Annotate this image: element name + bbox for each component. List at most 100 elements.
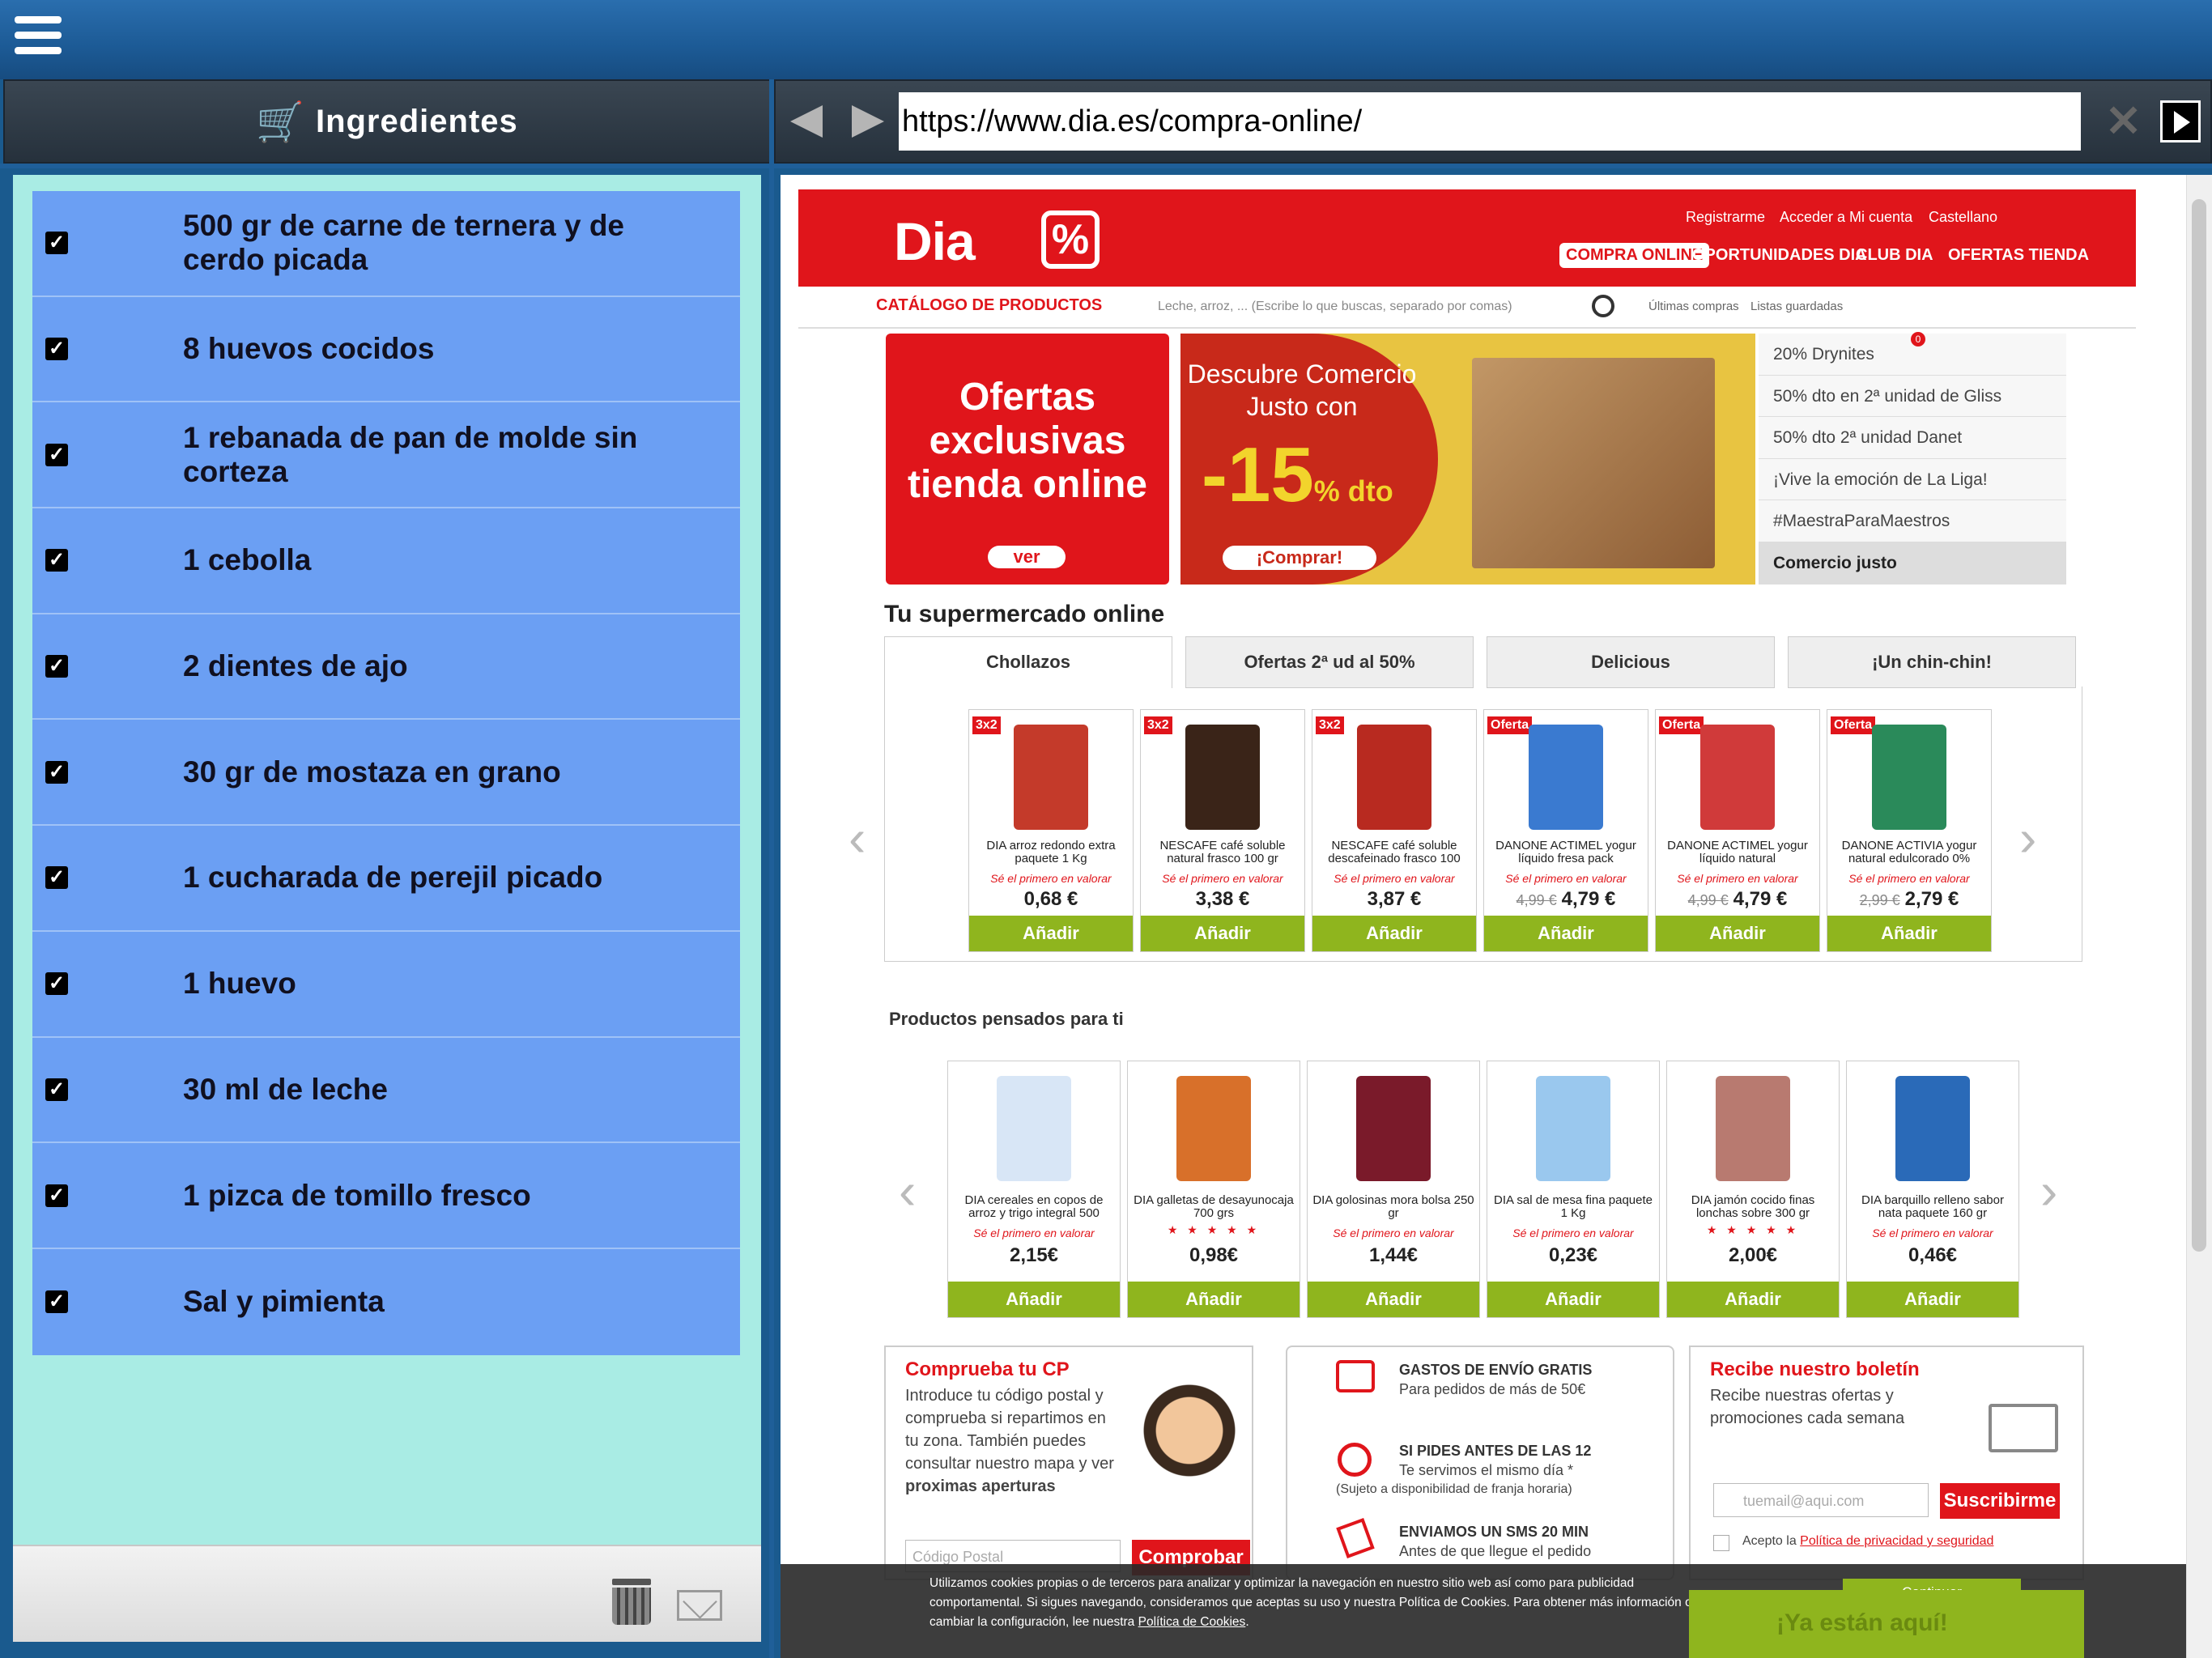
ingredient-row[interactable]: ✓ 1 rebanada de pan de molde sin corteza — [32, 402, 740, 509]
add-button[interactable]: Añadir — [1141, 916, 1304, 951]
ingredient-row[interactable]: ✓ 500 gr de carne de ternera y de cerdo p… — [32, 191, 740, 297]
tab[interactable]: ¡Un chin-chin! — [1788, 636, 2076, 688]
checkbox[interactable]: ✓ — [45, 866, 68, 890]
search-icon[interactable] — [1592, 295, 1614, 317]
promo-link[interactable]: 20% Drynites 0 — [1759, 332, 2066, 376]
ingredient-row[interactable]: ✓ Sal y pimienta — [32, 1249, 740, 1355]
online-offers-banner[interactable]: Ofertas exclusivas tienda online ver — [886, 334, 1169, 585]
banner2-button[interactable]: ¡Comprar! — [1223, 546, 1376, 570]
product-card[interactable]: 3x2 NESCAFE café soluble descafeinado fra… — [1312, 709, 1477, 952]
product-card[interactable]: DIA jamón cocido finas lonchas sobre 300… — [1666, 1061, 1840, 1318]
add-button[interactable]: Añadir — [1667, 1282, 1839, 1317]
mail-icon[interactable] — [677, 1590, 722, 1621]
tab[interactable]: Chollazos — [884, 636, 1172, 688]
checkbox[interactable]: ✓ — [45, 760, 68, 784]
promo-link[interactable]: 50% dto 2ª unidad Danet — [1759, 417, 2066, 459]
tab[interactable]: Ofertas 2ª ud al 50% — [1185, 636, 1474, 688]
ingredient-row[interactable]: ✓ 1 cucharada de perejil picado — [32, 826, 740, 932]
carousel-next-icon[interactable]: › — [2019, 808, 2036, 868]
checkbox[interactable]: ✓ — [45, 443, 68, 466]
product-card[interactable]: DIA golosinas mora bolsa 250 gr Sé el pri… — [1307, 1061, 1480, 1318]
nav-oportunidades[interactable]: OPORTUNIDADES DIA — [1692, 246, 1867, 265]
add-button[interactable]: Añadir — [969, 916, 1133, 951]
product-card[interactable]: Oferta DANONE ACTIVIA yogur natural edulc… — [1827, 709, 1992, 952]
forward-arrow-icon[interactable] — [852, 105, 884, 138]
rating-text[interactable]: Sé el primero en valorar — [1847, 1226, 2018, 1239]
product-card[interactable]: DIA sal de mesa fina paquete 1 Kg Sé el p… — [1487, 1061, 1660, 1318]
register-link[interactable]: Registrarme — [1686, 209, 1765, 226]
scrollbar[interactable] — [2186, 175, 2212, 1658]
checkbox[interactable]: ✓ — [45, 1290, 68, 1314]
checkbox[interactable]: ✓ — [45, 972, 68, 996]
saved-lists-link[interactable]: Listas guardadas — [1750, 300, 1843, 313]
accept-checkbox[interactable] — [1713, 1535, 1729, 1551]
rating-text[interactable]: Sé el primero en valorar — [1308, 1226, 1479, 1239]
product-card[interactable]: DIA cereales en copos de arroz y trigo i… — [947, 1061, 1121, 1318]
trash-icon[interactable] — [612, 1579, 651, 1626]
add-button[interactable]: Añadir — [1487, 1282, 1659, 1317]
banner1-button[interactable]: ver — [988, 546, 1066, 568]
checkbox[interactable]: ✓ — [45, 1078, 68, 1101]
menu-icon[interactable] — [15, 16, 62, 58]
subscribe-button[interactable]: Suscribirme — [1940, 1483, 2060, 1519]
rating-stars[interactable]: ★ ★ ★ ★ ★ — [1128, 1223, 1300, 1237]
add-button[interactable]: Añadir — [1827, 916, 1991, 951]
add-button[interactable]: Añadir — [1484, 916, 1648, 951]
product-card[interactable]: DIA galletas de desayunocaja 700 grs ★ ★ … — [1127, 1061, 1300, 1318]
product-card[interactable]: DIA barquillo relleno sabor nata paquete… — [1846, 1061, 2019, 1318]
fair-trade-banner[interactable]: Descubre Comercio Justo con -15% dto ¡Co… — [1180, 334, 1755, 585]
rating-text[interactable]: Sé el primero en valorar — [1312, 872, 1476, 885]
checkbox[interactable]: ✓ — [45, 655, 68, 678]
search-input[interactable]: Leche, arroz, ... (Escribe lo que buscas… — [1158, 300, 1512, 314]
back-arrow-icon[interactable] — [790, 105, 823, 138]
add-button[interactable]: Añadir — [1312, 916, 1476, 951]
product-card[interactable]: Oferta DANONE ACTIMEL yogur líquido natur… — [1655, 709, 1820, 952]
rating-text[interactable]: Sé el primero en valorar — [948, 1226, 1120, 1239]
ingredient-row[interactable]: ✓ 1 cebolla — [32, 508, 740, 614]
add-button[interactable]: Añadir — [948, 1282, 1120, 1317]
rating-text[interactable]: Sé el primero en valorar — [1827, 872, 1991, 885]
rating-text[interactable]: Sé el primero en valorar — [1656, 872, 1819, 885]
carousel2-next-icon[interactable]: › — [2040, 1161, 2057, 1221]
rating-text[interactable]: Sé el primero en valorar — [1487, 1226, 1659, 1239]
ingredient-row[interactable]: ✓ 1 pizca de tomillo fresco — [32, 1143, 740, 1249]
add-button[interactable]: Añadir — [1656, 916, 1819, 951]
carousel-prev-icon[interactable]: ‹ — [849, 808, 866, 868]
product-card[interactable]: 3x2 NESCAFE café soluble natural frasco 1… — [1140, 709, 1305, 952]
checkbox[interactable]: ✓ — [45, 232, 68, 255]
promo-link[interactable]: ¡Vive la emoción de La Liga! — [1759, 458, 2066, 501]
nav-ofertas-tienda[interactable]: OFERTAS TIENDA — [1948, 246, 2089, 265]
email-input[interactable]: tuemail@aqui.com — [1713, 1483, 1929, 1517]
checkbox[interactable]: ✓ — [45, 338, 68, 361]
site-logo[interactable]: Dia — [894, 210, 976, 272]
go-icon[interactable] — [2160, 100, 2201, 142]
product-card[interactable]: Oferta DANONE ACTIMEL yogur líquido fresa… — [1483, 709, 1648, 952]
checkbox[interactable]: ✓ — [45, 1184, 68, 1207]
promo-link[interactable]: 50% dto en 2ª unidad de Gliss — [1759, 375, 2066, 418]
cookie-policy-link[interactable]: Política de Cookies — [1138, 1615, 1246, 1629]
ingredient-row[interactable]: ✓ 8 huevos cocidos — [32, 297, 740, 403]
ingredient-row[interactable]: ✓ 2 dientes de ajo — [32, 614, 740, 721]
tab[interactable]: Delicious — [1487, 636, 1775, 688]
language-select[interactable]: Castellano — [1929, 209, 1997, 226]
ingredient-row[interactable]: ✓ 30 gr de mostaza en grano — [32, 720, 740, 827]
recent-purchases-link[interactable]: Últimas compras — [1648, 300, 1739, 313]
rating-stars[interactable]: ★ ★ ★ ★ ★ — [1667, 1223, 1839, 1237]
url-field[interactable]: https://www.dia.es/compra-online/ — [899, 92, 2081, 151]
clear-icon[interactable]: ✕ — [2105, 99, 2142, 144]
nav-compra-online[interactable]: COMPRA ONLINE — [1559, 243, 1710, 268]
promo-link[interactable]: #MaestraParaMaestros — [1759, 500, 2066, 542]
privacy-link[interactable]: Política de privacidad y seguridad — [1800, 1534, 1993, 1548]
login-link[interactable]: Acceder a Mi cuenta — [1780, 209, 1912, 226]
scroll-thumb[interactable] — [2192, 199, 2206, 1252]
checkbox[interactable]: ✓ — [45, 549, 68, 572]
add-button[interactable]: Añadir — [1308, 1282, 1479, 1317]
add-button[interactable]: Añadir — [1847, 1282, 2018, 1317]
catalog-link[interactable]: CATÁLOGO DE PRODUCTOS — [876, 296, 1102, 315]
carousel2-prev-icon[interactable]: ‹ — [899, 1161, 916, 1221]
ingredient-row[interactable]: ✓ 1 huevo — [32, 932, 740, 1038]
rating-text[interactable]: Sé el primero en valorar — [1484, 872, 1648, 885]
promo-link[interactable]: Comercio justo — [1759, 542, 2066, 585]
bottom-promo-banner[interactable]: ¡Ya están aquí! — [1689, 1590, 2084, 1658]
add-button[interactable]: Añadir — [1128, 1282, 1300, 1317]
